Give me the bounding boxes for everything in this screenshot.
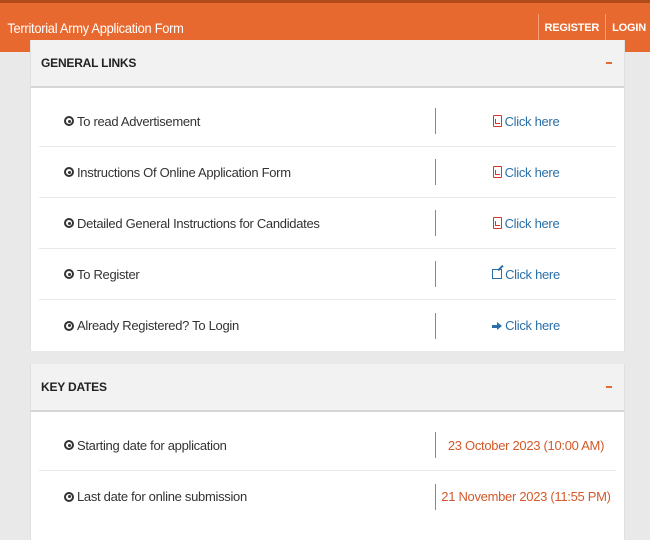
last-date-value: 21 November 2023 (11:55 PM) (441, 489, 611, 504)
sign-in-icon (492, 321, 503, 331)
general-links-panel: GENERAL LINKS To read Advertisement Clic… (30, 40, 625, 351)
dot-circle-icon (64, 167, 74, 177)
pdf-icon (492, 115, 502, 127)
general-links-heading[interactable]: GENERAL LINKS (31, 40, 624, 88)
edit-icon (492, 269, 503, 279)
login-click-link[interactable]: Click here (492, 318, 560, 333)
register-click-link[interactable]: Click here (492, 267, 560, 282)
pdf-icon (492, 217, 502, 229)
start-date-value: 23 October 2023 (10:00 AM) (447, 437, 605, 453)
list-item: Instructions Of Online Application Form … (39, 147, 616, 198)
general-links-title: GENERAL LINKS (41, 56, 137, 70)
key-dates-list: Starting date for application 23 October… (31, 412, 624, 522)
pdf-icon (492, 166, 502, 178)
row-label: To read Advertisement (77, 113, 201, 129)
dot-circle-icon (64, 269, 74, 279)
dot-circle-icon (64, 491, 74, 502)
row-label: Detailed General Instructions for Candid… (77, 215, 320, 231)
dot-circle-icon (64, 116, 74, 126)
dot-circle-icon (64, 218, 74, 228)
key-dates-title: KEY DATES (41, 380, 107, 394)
instructions-link[interactable]: Click here (492, 165, 560, 180)
list-item: To read Advertisement Click here (39, 96, 616, 147)
key-dates-heading[interactable]: KEY DATES (31, 364, 624, 412)
key-dates-panel: KEY DATES Starting date for application … (30, 364, 625, 540)
dot-circle-icon (64, 320, 74, 331)
list-item: Last date for online submission 21 Novem… (39, 471, 616, 522)
general-links-list: To read Advertisement Click here Instruc… (31, 88, 624, 351)
row-label: Last date for online submission (77, 489, 247, 504)
row-label: Already Registered? To Login (77, 318, 239, 333)
app-title[interactable]: Territorial Army Application Form (0, 20, 184, 36)
advertisement-link[interactable]: Click here (492, 114, 560, 129)
general-instructions-link[interactable]: Click here (492, 216, 560, 231)
list-item: To Register Click here (39, 249, 616, 300)
collapse-minus-icon[interactable] (606, 62, 612, 64)
row-label: Instructions Of Online Application Form (77, 164, 291, 180)
list-item: Starting date for application 23 October… (39, 420, 616, 471)
login-link[interactable]: LOGIN (605, 13, 650, 42)
register-link[interactable]: REGISTER (537, 13, 606, 42)
row-label: To Register (77, 266, 140, 282)
dot-circle-icon (64, 440, 74, 450)
list-item: Detailed General Instructions for Candid… (39, 198, 616, 249)
row-label: Starting date for application (77, 437, 227, 453)
collapse-minus-icon[interactable] (606, 386, 612, 388)
list-item: Already Registered? To Login Click here (39, 300, 616, 351)
